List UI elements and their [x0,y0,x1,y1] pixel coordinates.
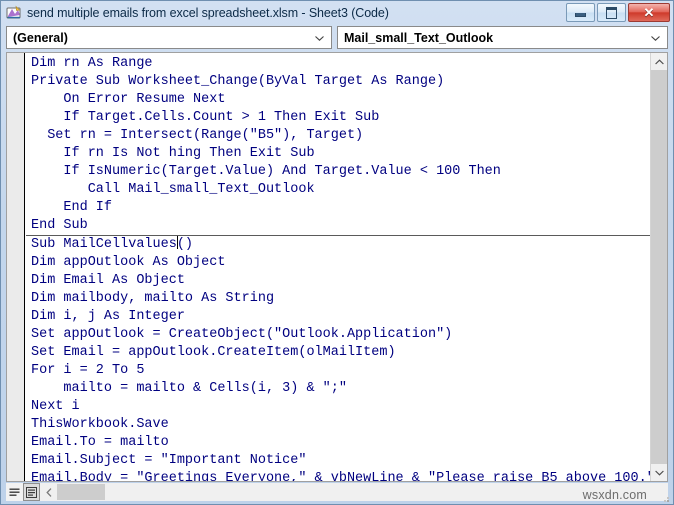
code-line: Dim rn As Range [31,56,153,71]
procedure-view-button[interactable] [6,483,23,501]
scroll-up-button[interactable] [651,53,667,70]
window-frame: send multiple emails from excel spreadsh… [0,0,674,505]
vertical-scrollbar-thumb[interactable] [651,70,667,464]
procedure-dropdown[interactable]: Mail_small_Text_Outlook [337,26,668,49]
code-line: Set appOutlook = CreateObject("Outlook.A… [31,327,453,342]
code-editor-pane[interactable]: Dim rn As Range Private Sub Worksheet_Cha… [6,52,668,482]
horizontal-scrollbar-thumb[interactable] [57,484,105,500]
code-line: ThisWorkbook.Save [31,417,169,432]
code-line: Private Sub Worksheet_Change(ByVal Targe… [31,74,445,89]
code-line: Email.To = mailto [31,435,169,450]
chevron-down-icon[interactable] [651,35,660,41]
vba-editor-window: send multiple emails from excel spreadsh… [0,0,674,505]
code-line: End If [31,200,113,215]
minimize-button[interactable] [566,3,595,22]
code-line: Next i [31,399,80,414]
excel-vba-icon [6,5,22,21]
title-bar[interactable]: send multiple emails from excel spreadsh… [1,1,673,24]
maximize-button[interactable] [597,3,626,22]
code-line: End Sub [31,218,88,233]
code-lines: Dim rn As Range Private Sub Worksheet_Cha… [26,55,650,481]
code-margin-indicator-bar[interactable] [7,53,25,481]
editor-dropdown-bar: (General) Mail_small_Text_Outlook [6,26,668,49]
resize-grip-icon[interactable] [659,491,671,503]
code-line: Dim Email As Object [31,273,185,288]
watermark: wsxdn.com [582,488,647,502]
vertical-scrollbar[interactable] [650,53,667,481]
scroll-down-button[interactable] [651,464,667,481]
code-line: If Target.Cells.Count > 1 Then Exit Sub [31,110,380,125]
caption-buttons: ✕ [566,3,670,22]
code-line: If IsNumeric(Target.Value) And Target.Va… [31,164,501,179]
object-dropdown-value: (General) [13,30,68,45]
code-line: Set rn = Intersect(Range("B5"), Target) [31,128,364,143]
maximize-icon [606,6,617,19]
code-line: Call Mail_small_Text_Outlook [31,182,315,197]
code-line: Email.Subject = "Important Notice" [31,453,307,468]
code-line: Email.Body = "Greetings Everyone," & vbN… [31,471,650,481]
code-line: For i = 2 To 5 [31,363,145,378]
view-mode-buttons [6,483,40,501]
code-line: Sub MailCellvalues() [26,235,650,254]
window-title: send multiple emails from excel spreadsh… [27,5,389,20]
code-line: Set Email = appOutlook.CreateItem(olMail… [31,345,396,360]
code-line: Dim appOutlook As Object [31,255,226,270]
code-line: On Error Resume Next [31,92,226,107]
close-button[interactable]: ✕ [628,3,670,22]
object-dropdown[interactable]: (General) [6,26,332,49]
full-module-view-button[interactable] [23,483,40,501]
horizontal-scrollbar[interactable] [40,483,668,501]
code-line: Dim mailbody, mailto As String [31,291,275,306]
close-icon: ✕ [643,5,655,20]
code-line: mailto = mailto & Cells(i, 3) & ";" [31,381,347,396]
text-caret [176,236,178,249]
code-line: Dim i, j As Integer [31,309,185,324]
code-text-area[interactable]: Dim rn As Range Private Sub Worksheet_Cha… [26,53,650,481]
scroll-left-button[interactable] [40,483,57,501]
code-line: If rn Is Not hing Then Exit Sub [31,146,315,161]
minimize-icon [575,13,586,17]
status-bar [6,483,668,501]
chevron-down-icon[interactable] [315,35,324,41]
procedure-dropdown-value: Mail_small_Text_Outlook [344,30,494,45]
